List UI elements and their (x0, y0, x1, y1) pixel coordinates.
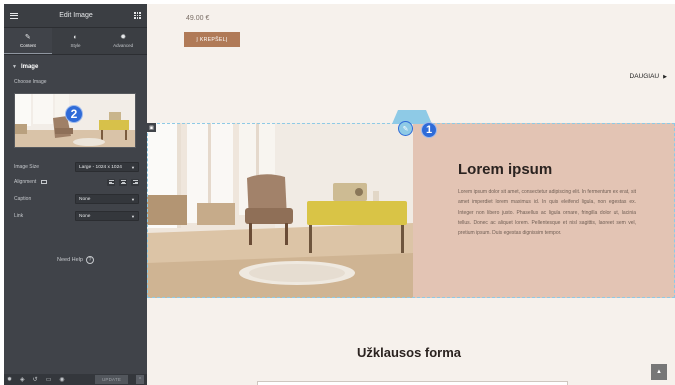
gear-icon: ✹ (120, 34, 127, 41)
more-link[interactable]: DAUGIAU ▶ (630, 73, 667, 80)
link-label: Link (14, 213, 24, 219)
chevron-down-icon: ▼ (131, 213, 135, 219)
arrow-right-icon: ▶ (663, 73, 667, 80)
alignment-buttons (107, 178, 139, 186)
panel-header: Edit Image (4, 4, 147, 28)
update-button[interactable]: UPDATE (95, 375, 128, 384)
section-image-label: Image (20, 64, 39, 70)
editor-panel: Edit Image ✎ Content ◐ Style ✹ Advanced … (4, 4, 147, 385)
lorem-paragraph[interactable]: Lorem ipsum dolor sit amet, consectetur … (458, 187, 636, 238)
tab-content[interactable]: ✎ Content (4, 28, 52, 54)
caption-label: Caption (14, 196, 32, 202)
history-icon[interactable]: ↺ (33, 376, 38, 383)
caption-value: None (79, 196, 91, 202)
align-right-button[interactable] (131, 178, 139, 186)
pencil-icon: ✎ (24, 33, 31, 41)
image-size-label: Image Size (14, 164, 40, 170)
layers-icon[interactable]: ◈ (20, 376, 25, 383)
section-image-toggle[interactable]: ▼ Image (4, 55, 147, 70)
caption-row: Caption None ▼ (14, 193, 139, 205)
tab-advanced-label: Advanced (113, 43, 134, 48)
contrast-icon: ◐ (73, 34, 78, 41)
hamburger-menu-icon[interactable] (10, 12, 18, 19)
image-size-row: Image Size Large - 1024 x 1024 ▼ (14, 161, 139, 173)
edit-pencil-icon[interactable]: ✎ (398, 121, 413, 136)
caret-up-icon[interactable]: ^ (136, 375, 144, 384)
add-to-cart-button[interactable]: Į KREPŠELĮ (184, 32, 240, 47)
alignment-row: Alignment (14, 176, 139, 188)
tab-style-label: Style (70, 43, 81, 48)
image-size-select[interactable]: Large - 1024 x 1024 ▼ (75, 162, 139, 172)
chevron-down-icon: ▼ (131, 164, 135, 170)
responsive-icon[interactable]: ▭ (46, 376, 52, 383)
lorem-heading[interactable]: Lorem ipsum (458, 161, 552, 178)
form-heading: Užklausos forma (357, 345, 462, 360)
widgets-grid-icon[interactable] (134, 12, 141, 19)
step-marker-2: 2 (65, 105, 83, 123)
panel-title: Edit Image (59, 12, 93, 19)
need-help-link[interactable]: Need Help ? (4, 256, 147, 264)
form-input-field[interactable] (257, 381, 568, 385)
product-price: 49.00 € (186, 15, 210, 22)
link-select[interactable]: None ▼ (75, 211, 139, 221)
preview-eye-icon[interactable]: ◉ (59, 376, 64, 383)
link-value: None (79, 213, 91, 219)
chevron-down-icon: ▼ (131, 196, 135, 202)
more-link-label: DAUGIAU (629, 73, 660, 80)
caret-down-icon: ▼ (12, 64, 17, 70)
choose-image-label: Choose Image (14, 79, 47, 85)
image-size-value: Large - 1024 x 1024 (79, 164, 122, 170)
align-left-button[interactable] (107, 178, 115, 186)
link-row: Link None ▼ (14, 210, 139, 222)
question-icon: ? (86, 256, 94, 264)
alignment-label: Alignment (14, 179, 37, 185)
panel-tabs: ✎ Content ◐ Style ✹ Advanced (4, 28, 147, 55)
tab-style[interactable]: ◐ Style (52, 28, 100, 54)
align-center-button[interactable] (119, 178, 127, 186)
panel-footer: ✹ ◈ ↺ ▭ ◉ UPDATE ^ (4, 374, 147, 385)
tab-content-label: Content (19, 42, 36, 48)
page-canvas: 49.00 € Į KREPŠELĮ DAUGIAU ▶ ▣ ✎ Lorem i… (147, 4, 675, 385)
alignment-label-wrap: Alignment (14, 179, 48, 185)
settings-icon[interactable]: ✹ (7, 376, 12, 383)
scroll-top-button[interactable]: ▲ (651, 364, 667, 380)
tab-advanced[interactable]: ✹ Advanced (99, 28, 147, 54)
caption-select[interactable]: None ▼ (75, 194, 139, 204)
column-handle-icon[interactable]: ▣ (147, 123, 156, 132)
step-marker-1: 1 (421, 122, 437, 138)
need-help-label: Need Help (57, 257, 83, 263)
desktop-icon[interactable] (41, 179, 48, 184)
